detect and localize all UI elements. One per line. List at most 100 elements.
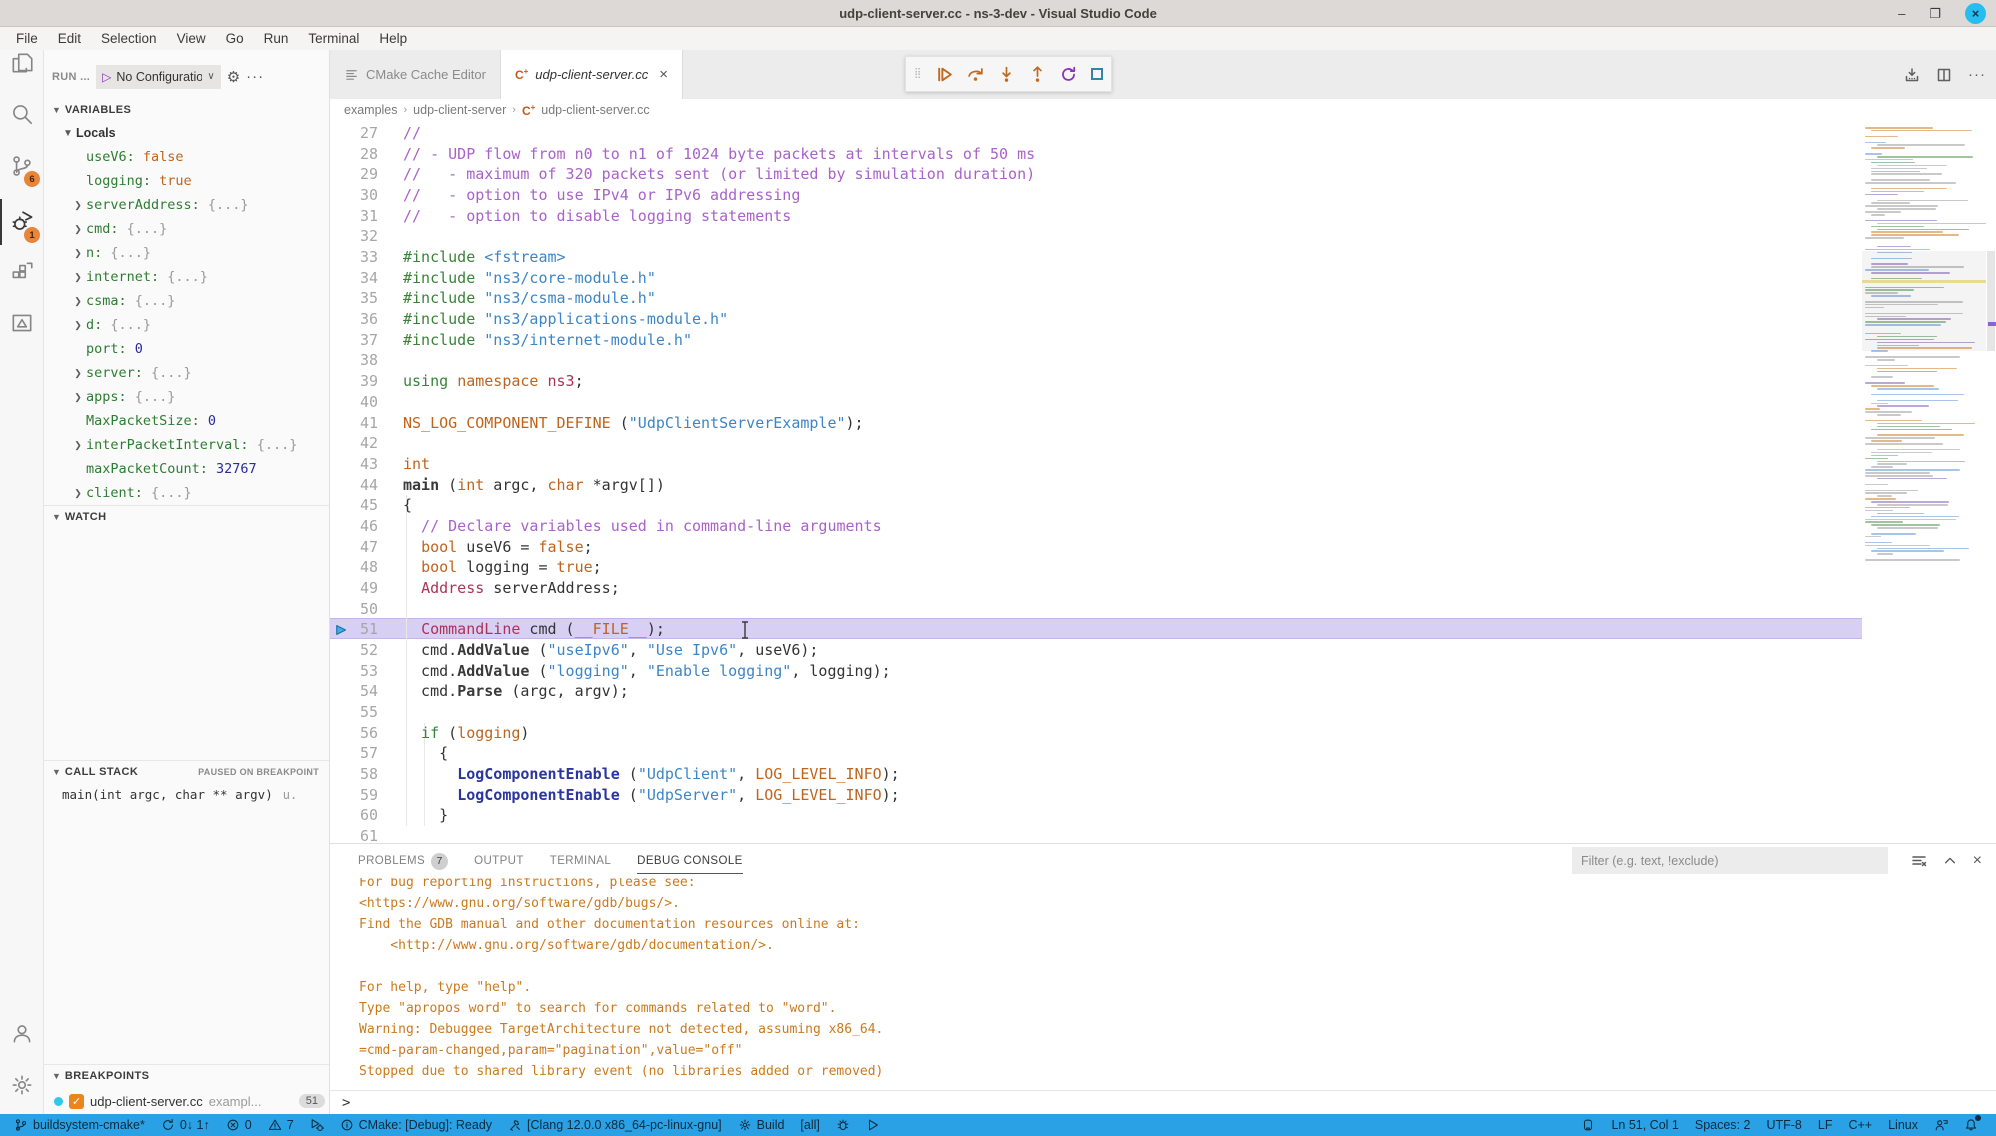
status-item-lf[interactable]: LF (1812, 1114, 1839, 1136)
variable-row[interactable]: ❯server: {...} (44, 361, 329, 385)
download-icon[interactable] (1904, 67, 1920, 83)
line-number[interactable]: 60 (330, 805, 378, 826)
variable-row[interactable]: logging: true (44, 169, 329, 193)
line-number[interactable]: 43 (330, 454, 378, 475)
start-debug-icon[interactable]: ▷ (102, 70, 111, 84)
line-number[interactable]: 35 (330, 288, 378, 309)
drag-grip-icon[interactable]: ⣿ (914, 71, 922, 77)
code-line-37[interactable]: 37#include "ns3/internet-module.h" (330, 330, 1996, 351)
variable-row[interactable]: ❯interPacketInterval: {...} (44, 433, 329, 457)
code-line-44[interactable]: 44main (int argc, char *argv[]) (330, 475, 1996, 496)
status-item-bell[interactable] (1958, 1114, 1984, 1136)
variable-row[interactable]: ❯n: {...} (44, 241, 329, 265)
step-out-icon[interactable] (1029, 66, 1046, 83)
status-item-tools[interactable]: [Clang 12.0.0 x86_64-pc-linux-gnu] (502, 1114, 728, 1136)
status-item-ln-51-col-1[interactable]: Ln 51, Col 1 (1605, 1114, 1684, 1136)
menu-item-run[interactable]: Run (254, 30, 299, 47)
code-line-61[interactable]: 61 (330, 826, 1996, 843)
close-tab-icon[interactable]: × (659, 66, 668, 83)
panel-tab-problems[interactable]: PROBLEMS7 (358, 844, 448, 878)
step-into-icon[interactable] (998, 66, 1015, 83)
status-item-feedback[interactable] (1928, 1114, 1954, 1136)
line-number[interactable]: 55 (330, 702, 378, 723)
code-line-33[interactable]: 33#include <fstream> (330, 247, 1996, 268)
filter-input[interactable] (1572, 854, 1888, 868)
status-item-bug[interactable] (830, 1114, 856, 1136)
split-editor-icon[interactable] (1936, 67, 1952, 83)
twistie-icon[interactable]: ❯ (70, 392, 86, 403)
twistie-icon[interactable]: ❯ (70, 320, 86, 331)
step-over-icon[interactable] (967, 66, 984, 83)
status-item--all-[interactable]: [all] (794, 1114, 825, 1136)
line-number[interactable]: 61 (330, 826, 378, 843)
variable-row[interactable]: port: 0 (44, 337, 329, 361)
line-number[interactable]: 37 (330, 330, 378, 351)
code-line-41[interactable]: 41NS_LOG_COMPONENT_DEFINE ("UdpClientSer… (330, 413, 1996, 434)
line-number[interactable]: 36 (330, 309, 378, 330)
status-item-linux[interactable]: Linux (1882, 1114, 1924, 1136)
code-line-52[interactable]: 52 cmd.AddValue ("useIpv6", "Use Ipv6", … (330, 640, 1996, 661)
code-line-55[interactable]: 55 (330, 702, 1996, 723)
code-line-36[interactable]: 36#include "ns3/applications-module.h" (330, 309, 1996, 330)
twistie-icon[interactable]: ❯ (70, 368, 86, 379)
line-number[interactable]: 48 (330, 557, 378, 578)
code-line-40[interactable]: 40 (330, 392, 1996, 413)
more-actions-icon[interactable]: ··· (1968, 66, 1986, 83)
code-line-35[interactable]: 35#include "ns3/csma-module.h" (330, 288, 1996, 309)
watch-section-header[interactable]: ▼ WATCH (44, 506, 329, 528)
activity-item-settings-gear[interactable] (0, 1062, 44, 1108)
maximize-panel-icon[interactable] (1943, 854, 1957, 868)
code-line-45[interactable]: 45{ (330, 495, 1996, 516)
status-item-sync[interactable]: 0↓ 1↑ (155, 1114, 216, 1136)
activity-item-extensions[interactable] (0, 249, 44, 295)
code-line-42[interactable]: 42 (330, 433, 1996, 454)
gear-icon[interactable]: ⚙ (227, 68, 240, 86)
status-item-error[interactable]: 0 (220, 1114, 258, 1136)
line-number[interactable]: 28 (330, 144, 378, 165)
variable-row[interactable]: ❯apps: {...} (44, 385, 329, 409)
line-number[interactable]: 52 (330, 640, 378, 661)
code-line-60[interactable]: 60 } (330, 805, 1996, 826)
variable-row[interactable]: ❯serverAddress: {...} (44, 193, 329, 217)
current-statement-pointer-icon[interactable] (335, 619, 351, 640)
status-item-remote[interactable] (1575, 1114, 1601, 1136)
line-number[interactable]: 59 (330, 785, 378, 806)
line-number[interactable]: 41 (330, 413, 378, 434)
code-line-51[interactable]: 51 CommandLine cmd (__FILE__); (330, 619, 1996, 640)
variable-row[interactable]: ❯client: {...} (44, 481, 329, 505)
twistie-icon[interactable]: ❯ (70, 440, 86, 451)
activity-item-explorer[interactable] (0, 40, 44, 86)
line-number[interactable]: 27 (330, 123, 378, 144)
line-number[interactable]: 57 (330, 743, 378, 764)
line-number[interactable]: 47 (330, 537, 378, 558)
line-number[interactable]: 54 (330, 681, 378, 702)
status-item-info[interactable]: CMake: [Debug]: Ready (334, 1114, 498, 1136)
debug-configuration-dropdown[interactable]: ▷ No Configurations ∨ (96, 65, 221, 89)
activity-item-search[interactable] (0, 91, 44, 137)
line-number[interactable]: 38 (330, 350, 378, 371)
line-number[interactable]: 46 (330, 516, 378, 537)
clear-console-icon[interactable] (1911, 853, 1927, 869)
variable-row[interactable]: ❯internet: {...} (44, 265, 329, 289)
code-line-34[interactable]: 34#include "ns3/core-module.h" (330, 268, 1996, 289)
code-line-53[interactable]: 53 cmd.AddValue ("logging", "Enable logg… (330, 661, 1996, 682)
call-stack-frame[interactable]: main(int argc, char ** argv) u. (62, 787, 322, 809)
panel-tab-debug-console[interactable]: DEBUG CONSOLE (637, 844, 743, 878)
code-line-43[interactable]: 43int (330, 454, 1996, 475)
code-line-46[interactable]: 46 // Declare variables used in command-… (330, 516, 1996, 537)
variable-row[interactable]: useV6: false (44, 145, 329, 169)
activity-item-accounts[interactable] (0, 1010, 44, 1056)
line-number[interactable]: 34 (330, 268, 378, 289)
tab-cmake-cache-editor[interactable]: CMake Cache Editor (330, 50, 501, 99)
panel-tab-terminal[interactable]: TERMINAL (550, 844, 611, 878)
line-number[interactable]: 58 (330, 764, 378, 785)
line-number[interactable]: 31 (330, 206, 378, 227)
line-number[interactable]: 56 (330, 723, 378, 744)
status-item-warning[interactable]: 7 (262, 1114, 300, 1136)
variable-row[interactable]: MaxPacketSize: 0 (44, 409, 329, 433)
code-line-50[interactable]: 50 (330, 599, 1996, 620)
code-line-39[interactable]: 39using namespace ns3; (330, 371, 1996, 392)
menu-item-edit[interactable]: Edit (48, 30, 91, 47)
menu-item-go[interactable]: Go (216, 30, 254, 47)
minimize-icon[interactable]: – (1898, 7, 1905, 20)
